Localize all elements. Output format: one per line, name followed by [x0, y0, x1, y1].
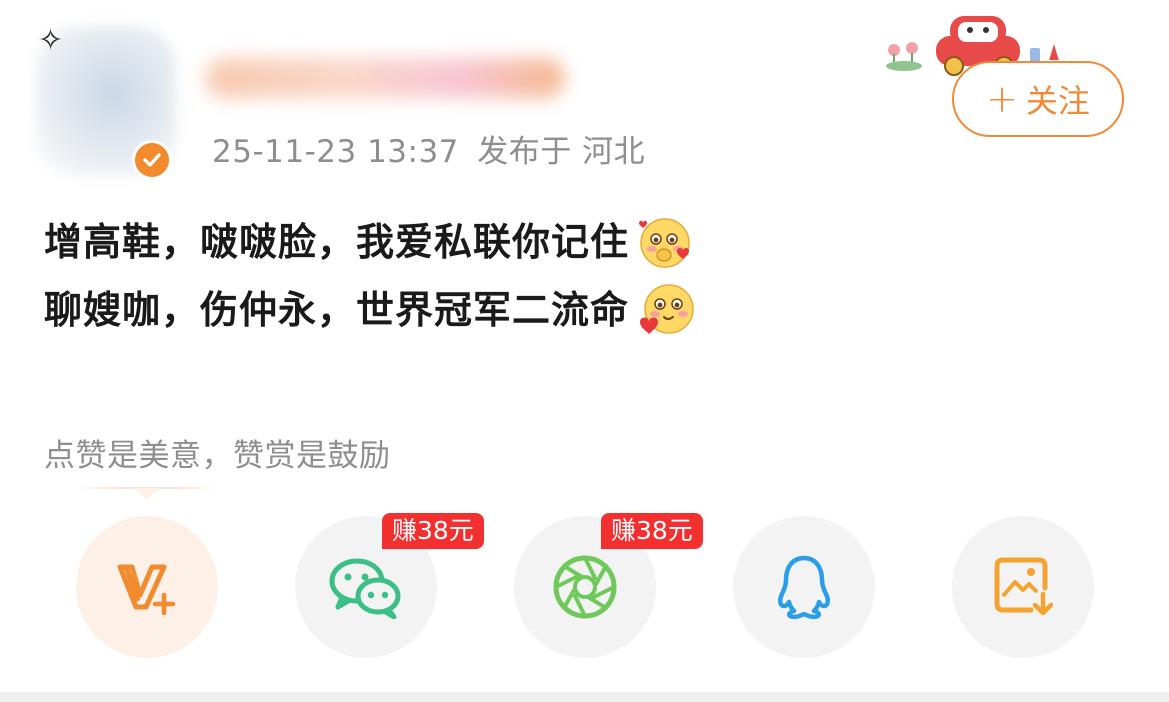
post-timestamp: 25-11-23 13:37 — [212, 134, 459, 170]
post-text-line-2: 聊嫂咖，伤仲永，世界冠军二流命 — [44, 288, 630, 332]
save-image-button[interactable] — [952, 516, 1094, 658]
qq-share-button[interactable] — [733, 516, 875, 658]
plus-icon: + — [986, 77, 1018, 121]
earn-badge: 赚38元 — [601, 513, 703, 549]
save-image-icon — [994, 557, 1053, 616]
username[interactable] — [205, 58, 565, 98]
wechat-icon — [329, 558, 401, 619]
post-text-line-1: 增高鞋，啵啵脸，我爱私联你记住 — [44, 220, 630, 264]
love-emoji-icon — [640, 284, 694, 334]
earn-badge: 赚38元 — [382, 513, 484, 549]
post-line-1: 增高鞋，啵啵脸，我爱私联你记住 — [44, 208, 697, 276]
verified-badge-icon — [132, 140, 172, 180]
qq-icon — [778, 555, 830, 620]
post-meta: 25-11-23 13:37 发布于 河北 — [212, 126, 645, 171]
post-location: 发布于 河北 — [477, 134, 646, 170]
v-plus-icon — [117, 564, 176, 615]
reward-hint: 点赞是美意，赞赏是鼓励 — [44, 438, 391, 474]
post-card: ✧ 25-11-23 13:37 发布于 河北 + 关注 增高鞋，啵啵脸，我爱私… — [0, 0, 1169, 692]
section-divider — [0, 692, 1169, 702]
hint-pointer — [135, 488, 159, 500]
post-line-2: 聊嫂咖，伤仲永，世界冠军二流命 — [44, 276, 697, 344]
follow-label: 关注 — [1025, 82, 1090, 120]
v-plus-button[interactable] — [76, 516, 218, 658]
follow-button[interactable]: + 关注 — [952, 61, 1124, 137]
post-content: 增高鞋，啵啵脸，我爱私联你记住 聊嫂咖，伤仲永，世界冠军二流命 — [44, 208, 697, 344]
blushing-emoji-icon — [639, 218, 690, 268]
moments-icon — [553, 555, 617, 619]
star-icon: ✧ — [38, 23, 64, 58]
